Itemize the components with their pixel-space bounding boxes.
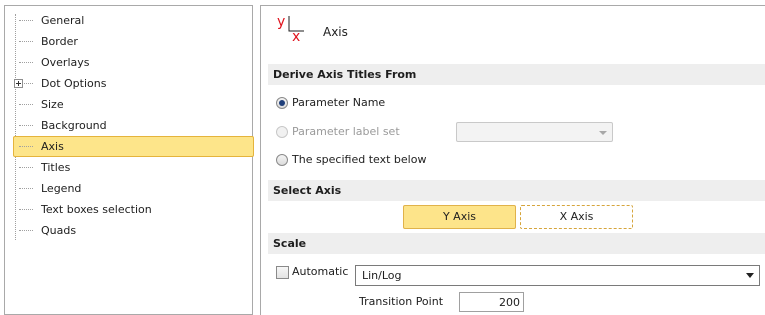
- expand-plus-icon[interactable]: [14, 79, 23, 88]
- tree-item-text-boxes-selection[interactable]: Text boxes selection: [9, 199, 252, 220]
- tree-branch-line: [19, 230, 33, 231]
- scale-header: Scale: [268, 233, 765, 254]
- tree-branch-line: [19, 125, 33, 126]
- radio-button[interactable]: [276, 154, 288, 166]
- tree-item-size[interactable]: Size: [9, 94, 252, 115]
- tree-item-quads[interactable]: Quads: [9, 220, 252, 241]
- axis-icon-y-letter: y: [277, 14, 285, 30]
- tree-branch-line: [19, 41, 33, 42]
- derive-axis-titles-header: Derive Axis Titles From: [268, 64, 765, 85]
- tree-item-general[interactable]: General: [9, 10, 252, 31]
- transition-point-label: Transition Point: [359, 295, 444, 308]
- x-axis-button[interactable]: X Axis: [520, 205, 633, 229]
- tree-branch-line: [19, 167, 33, 168]
- automatic-label: Automatic: [292, 265, 349, 278]
- tree-branch-line: [19, 104, 33, 105]
- radio-button: [276, 126, 288, 138]
- panel-title: Axis: [323, 25, 348, 39]
- y-axis-button[interactable]: Y Axis: [403, 205, 516, 229]
- tree-branch-line: [19, 20, 33, 21]
- transition-point-input[interactable]: [459, 292, 524, 312]
- options-tree: General Border Overlays Dot Options Size…: [4, 5, 254, 315]
- radio-button[interactable]: [276, 97, 288, 109]
- tree-item-label: General: [41, 14, 85, 27]
- scale-type-dropdown[interactable]: Lin/Log: [355, 265, 760, 286]
- tree-item-label: Overlays: [41, 56, 90, 69]
- axis-yx-icon: y x: [277, 14, 304, 44]
- tree-item-label: Size: [41, 98, 64, 111]
- tree-item-label: Text boxes selection: [41, 203, 152, 216]
- select-axis-header: Select Axis: [268, 180, 765, 201]
- tree-item-label: Titles: [41, 161, 71, 174]
- tree-branch-line: [19, 188, 33, 189]
- tree-branch-line: [19, 209, 33, 210]
- tree-item-label: Axis: [41, 140, 64, 153]
- radio-label: The specified text below: [292, 153, 427, 166]
- label-set-dropdown: [456, 122, 613, 142]
- chevron-down-icon: [599, 131, 607, 135]
- tree-item-overlays[interactable]: Overlays: [9, 52, 252, 73]
- chevron-down-icon: [746, 273, 754, 278]
- tree-item-axis[interactable]: Axis: [9, 136, 254, 157]
- scale-type-value: Lin/Log: [362, 269, 402, 282]
- radio-label: Parameter label set: [292, 125, 400, 138]
- tree-item-dot-options[interactable]: Dot Options: [9, 73, 252, 94]
- tree-item-label: Background: [41, 119, 107, 132]
- tree-item-background[interactable]: Background: [9, 115, 252, 136]
- tree-item-titles[interactable]: Titles: [9, 157, 252, 178]
- tree-item-legend[interactable]: Legend: [9, 178, 252, 199]
- tree-item-label: Quads: [41, 224, 77, 237]
- automatic-checkbox[interactable]: [276, 266, 289, 279]
- tree-item-label: Dot Options: [41, 77, 107, 90]
- tree-item-border[interactable]: Border: [9, 31, 252, 52]
- tree-branch-line: [19, 146, 33, 147]
- radio-label: Parameter Name: [292, 96, 386, 109]
- tree-item-label: Border: [41, 35, 78, 48]
- tree-branch-line: [19, 62, 33, 63]
- tree-item-label: Legend: [41, 182, 82, 195]
